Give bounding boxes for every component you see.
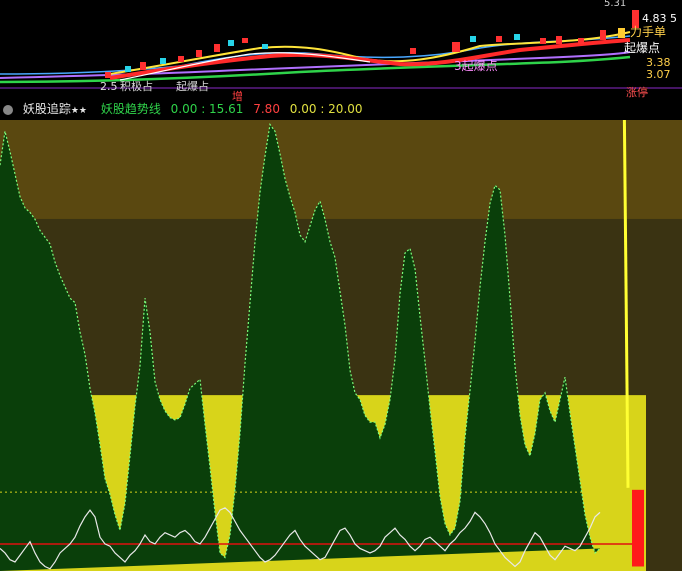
price-mid-label: 4.83	[642, 12, 667, 25]
indicator-chart	[0, 120, 682, 571]
indicator-annotation: 增	[232, 90, 243, 103]
price-panel: 5.31 4.83 5 3.38 3.07 2.5 3起爆点 起爆点 力手单 涨…	[0, 0, 682, 98]
marker-c: 力手单	[630, 25, 666, 39]
indicator-value-2: 7.80	[253, 102, 280, 116]
panel-icon[interactable]	[3, 104, 13, 115]
indicator-title[interactable]: 妖股追踪	[23, 102, 71, 116]
price-low2-label: 3.07	[646, 68, 671, 81]
price-top-label: 5.31	[604, 0, 626, 9]
marker-f: 起爆占	[176, 79, 209, 93]
marker-d: 涨停	[626, 85, 648, 98]
upper-band	[0, 120, 682, 219]
chart-window: 5.31 4.83 5 3.38 3.07 2.5 3起爆点 起爆点 力手单 涨…	[0, 0, 682, 571]
marker-b: 起爆点	[624, 41, 660, 55]
indicator-name: 妖股趋势线	[100, 102, 161, 116]
indicator-stars: ★★	[70, 106, 87, 116]
price-mid2-label: 5	[670, 12, 677, 25]
red-bar	[632, 489, 644, 567]
marker-e: 积极占	[120, 79, 153, 93]
indicator-header: 妖股追踪★★ 妖股趋势线 0.00 : 15.61 7.80 0.00 : 20…	[0, 90, 682, 120]
indicator-value-3: 0.00 : 20.00	[289, 102, 363, 116]
left-price-label: 2.5	[100, 80, 118, 93]
marker-a: 3起爆点	[454, 59, 498, 73]
